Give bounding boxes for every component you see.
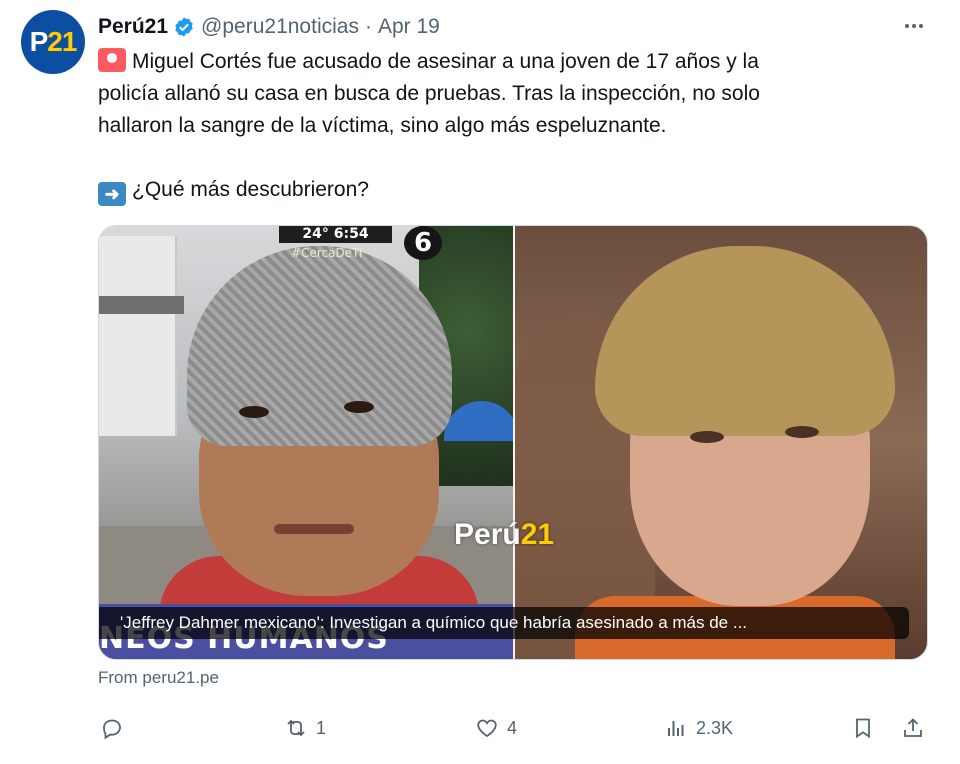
text-line-4: ¿Qué más descubrieron? xyxy=(132,178,369,201)
views-button[interactable]: 2.3K xyxy=(664,712,733,744)
eye-shape xyxy=(239,406,269,418)
brand-watermark: Perú21 xyxy=(454,518,554,552)
avatar-number: 21 xyxy=(47,26,77,57)
hair-shape xyxy=(595,246,895,436)
repost-icon xyxy=(287,719,305,737)
text-line-3: hallaron la sangre de la víctima, sino a… xyxy=(98,114,667,137)
card-caption[interactable]: 'Jeffrey Dahmer mexicano': Investigan a … xyxy=(99,607,909,639)
author-handle[interactable]: @peru21noticias xyxy=(201,15,359,39)
repost-button[interactable]: 1 xyxy=(284,712,326,744)
eye-shape xyxy=(344,401,374,413)
link-card[interactable]: NEOS HUMANOS 24° 6:54 #CercaDeTi 6 Perú2… xyxy=(98,225,928,660)
bookmark-icon xyxy=(856,718,870,739)
like-count: 4 xyxy=(507,717,518,738)
heart-icon xyxy=(477,719,497,738)
post-date[interactable]: Apr 19 xyxy=(378,15,440,39)
brand-text: Perú xyxy=(454,518,521,551)
views-icon xyxy=(668,721,684,736)
card-source[interactable]: From peru21.pe xyxy=(98,668,219,688)
reply-button[interactable] xyxy=(100,712,132,744)
separator: · xyxy=(364,15,372,38)
views-count: 2.3K xyxy=(696,717,734,738)
share-icon xyxy=(904,718,922,737)
avatar[interactable]: P 21 xyxy=(21,10,85,74)
tweet-text: Miguel Cortés fue acusado de asesinar a … xyxy=(98,46,898,206)
action-bar: 1 4 2.3K xyxy=(98,712,930,744)
tweet[interactable]: P 21 Perú21 @peru21noticias · Apr 19 Migu… xyxy=(0,0,960,764)
beanie-shape xyxy=(187,246,452,446)
text-line-1: Miguel Cortés fue acusado de asesinar a … xyxy=(132,50,759,73)
siren-icon xyxy=(98,48,126,72)
author-name[interactable]: Perú21 xyxy=(98,15,168,39)
tv-channel-logo: 6 xyxy=(404,226,442,260)
eye-shape xyxy=(690,431,724,443)
card-image-left: NEOS HUMANOS 24° 6:54 #CercaDeTi 6 xyxy=(99,226,513,659)
building-shape xyxy=(99,236,184,436)
text-line-2: policía allanó su casa en busca de prueb… xyxy=(98,82,760,105)
more-options-icon[interactable] xyxy=(900,12,928,40)
tv-hashtag: #CercaDeTi xyxy=(291,246,363,260)
arrow-right-icon: ➜ xyxy=(98,182,126,206)
share-button[interactable] xyxy=(901,712,925,744)
reply-icon xyxy=(103,719,121,740)
tweet-header: Perú21 @peru21noticias · Apr 19 xyxy=(98,12,440,42)
tv-time: 24° 6:54 xyxy=(279,226,392,243)
eye-shape xyxy=(785,426,819,438)
card-image-right xyxy=(515,226,927,659)
brand-number: 21 xyxy=(520,518,555,551)
like-button[interactable]: 4 xyxy=(475,712,517,744)
repost-count: 1 xyxy=(316,717,327,738)
bookmark-button[interactable] xyxy=(851,712,875,744)
mouth-shape xyxy=(274,524,354,534)
verified-badge-icon xyxy=(175,17,193,37)
avatar-letter: P xyxy=(29,26,49,57)
